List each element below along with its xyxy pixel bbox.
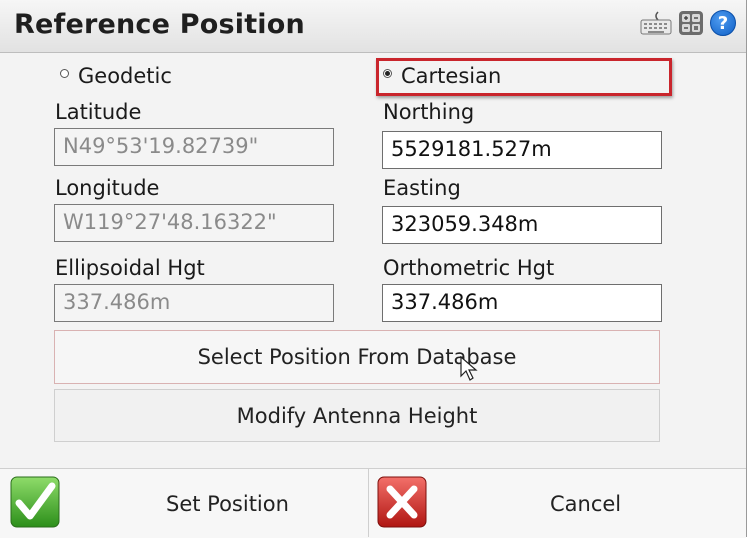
- checkmark-icon: [10, 476, 60, 528]
- modify-antenna-height-label: Modify Antenna Height: [236, 403, 478, 428]
- cartesian-highlight-annotation: [376, 58, 672, 96]
- longitude-field: W119°27'48.16322": [54, 204, 334, 242]
- calculator-icon[interactable]: [678, 10, 704, 36]
- set-position-button[interactable]: Set Position: [0, 468, 368, 537]
- radio-unselected-icon: [60, 68, 69, 78]
- dialog-title: Reference Position: [14, 9, 305, 40]
- easting-input[interactable]: 323059.348m: [382, 206, 662, 244]
- title-bar: Reference Position ?: [0, 0, 746, 53]
- geodetic-radio[interactable]: Geodetic: [60, 64, 172, 88]
- northing-input[interactable]: 5529181.527m: [382, 131, 662, 169]
- cancel-label: Cancel: [550, 492, 622, 516]
- latitude-label: Latitude: [55, 100, 142, 124]
- title-icons: ?: [640, 10, 736, 36]
- help-icon[interactable]: ?: [710, 10, 736, 36]
- ellipsoidal-hgt-label: Ellipsoidal Hgt: [55, 256, 205, 280]
- northing-label: Northing: [383, 100, 475, 124]
- easting-label: Easting: [383, 176, 461, 200]
- cancel-button[interactable]: Cancel: [369, 468, 746, 537]
- cancel-x-icon: [377, 476, 427, 528]
- mouse-cursor-icon: [460, 356, 478, 381]
- reference-position-dialog: Reference Position ? Geodetic Cartesian …: [0, 0, 747, 538]
- orthometric-hgt-input[interactable]: 337.486m: [382, 284, 662, 322]
- orthometric-hgt-label: Orthometric Hgt: [383, 256, 555, 280]
- latitude-field: N49°53'19.82739": [54, 128, 334, 166]
- modify-antenna-height-button[interactable]: Modify Antenna Height: [54, 389, 660, 442]
- select-position-from-database-button[interactable]: Select Position From Database: [54, 330, 660, 384]
- longitude-label: Longitude: [55, 176, 160, 200]
- set-position-label: Set Position: [166, 492, 289, 516]
- ellipsoidal-hgt-field: 337.486m: [54, 284, 334, 322]
- keyboard-icon[interactable]: [640, 10, 672, 36]
- geodetic-label: Geodetic: [78, 64, 172, 88]
